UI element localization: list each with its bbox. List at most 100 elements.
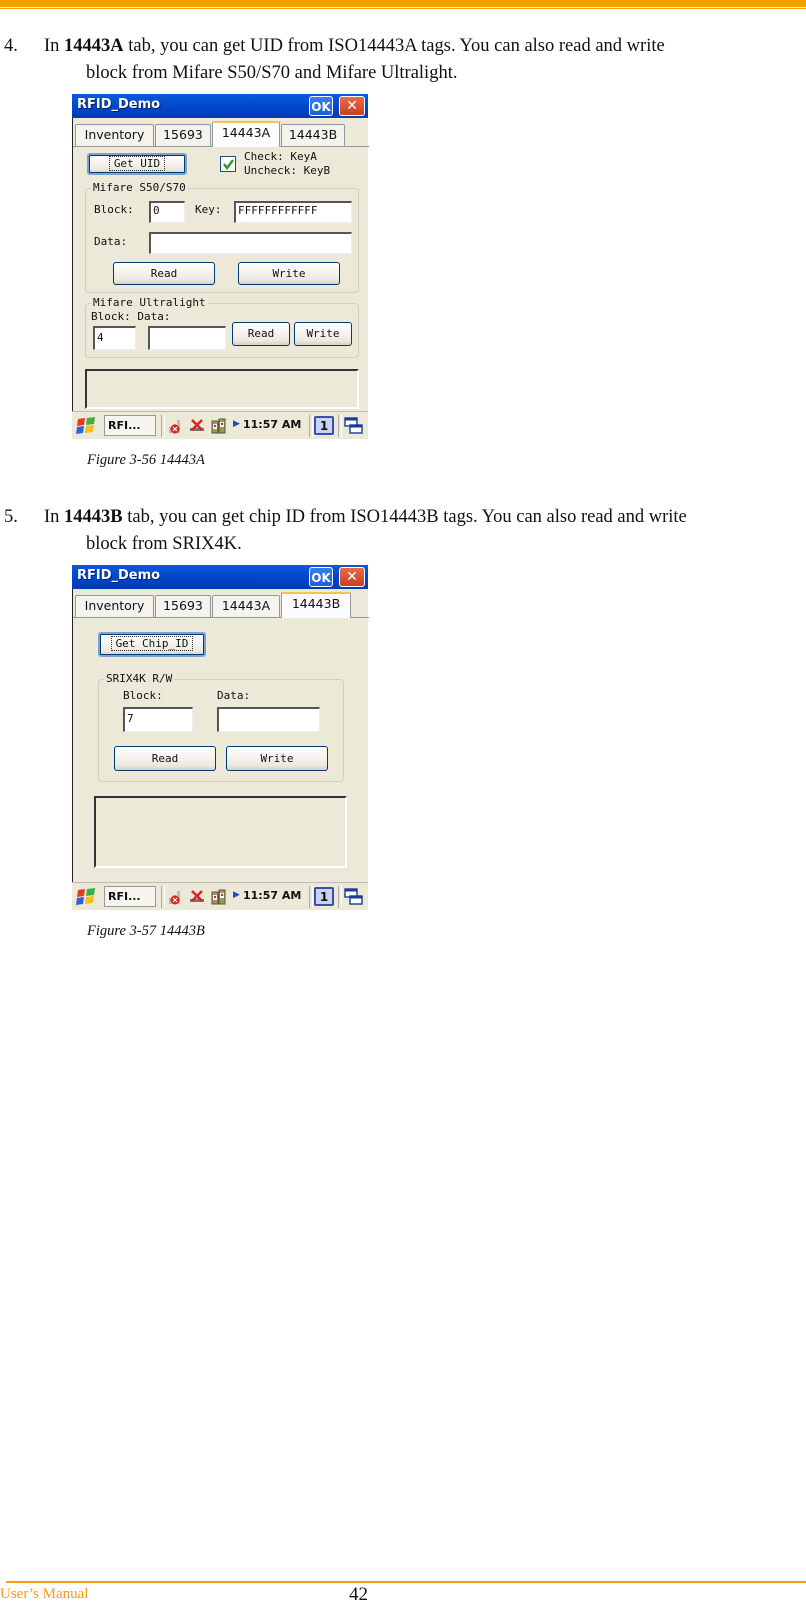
mifare-s50-s70-group: Mifare S50/S70 Block: 0 Key: FFFFFFFFFFF… [85,181,359,293]
signal-off-icon[interactable] [167,888,183,905]
desktop-number-button[interactable]: 1 [314,416,334,435]
taskbar-separator [161,886,165,908]
close-button[interactable]: ✕ [339,96,365,116]
window-body: Inventory 15693 14443A 14443B Get UID Ch… [72,118,369,411]
tray-expand-icon[interactable]: ▶ [233,419,240,429]
rfid-demo-window-14443a: RFID_Demo OK ✕ Inventory 15693 14443A 14… [72,94,369,439]
check-keya-label: Check: KeyA [244,150,317,163]
battery-icon[interactable] [211,417,227,434]
network-off-icon[interactable] [189,888,205,905]
read-button[interactable]: Read [113,262,215,285]
taskbar-separator [338,886,342,908]
tab-14443a[interactable]: 14443A [212,595,280,617]
data-input[interactable] [149,232,352,254]
block-input[interactable]: 7 [123,707,193,732]
footer-rule [6,1581,806,1583]
window-switch-icon[interactable] [344,417,364,435]
step-text-intro: In [44,507,65,527]
taskbar-separator [338,415,342,437]
close-button[interactable]: ✕ [339,567,365,587]
ok-button[interactable]: OK [309,96,333,116]
srix4k-group: SRIX4K R/W Block: 7 Data: Read Write [98,672,344,782]
desktop-number-button[interactable]: 1 [314,887,334,906]
rfid-demo-window-14443b: RFID_Demo OK ✕ Inventory 15693 14443A 14… [72,565,369,910]
data-label: Data: [217,689,251,702]
signal-off-icon[interactable] [167,417,183,434]
tab-strip: Inventory 15693 14443A 14443B [73,118,369,147]
tab-15693[interactable]: 15693 [155,124,211,146]
step-text: tab, you can get UID from ISO14443A tags… [123,36,665,56]
output-box[interactable] [94,796,347,868]
taskbar-separator [161,415,165,437]
header-rule [0,8,806,9]
tab-strip: Inventory 15693 14443A 14443B [73,589,369,618]
group-title: Mifare S50/S70 [91,181,188,194]
tab-page-14443b: Get Chip_ID SRIX4K R/W Block: 7 Data: Re… [73,617,369,882]
ultralight-write-button[interactable]: Write [294,322,352,346]
ultralight-block-data-label: Block: Data: [91,310,171,323]
block-label: Block: [94,203,134,216]
window-body: Inventory 15693 14443A 14443B Get Chip_I… [72,589,369,882]
taskbar-app-button[interactable]: RFI... [104,415,156,436]
write-button[interactable]: Write [226,746,328,771]
start-flag-icon[interactable] [75,416,97,436]
tab-inventory[interactable]: Inventory [75,595,154,617]
network-off-icon[interactable] [189,417,205,434]
taskbar-separator [309,886,313,908]
window-title: RFID_Demo [77,97,161,112]
get-chip-id-button[interactable]: Get Chip_ID [98,632,206,657]
step-text: tab, you can get chip ID from ISO14443B … [122,507,687,527]
data-input[interactable] [217,707,320,732]
title-bar: RFID_Demo OK ✕ [72,94,368,118]
write-button[interactable]: Write [238,262,340,285]
battery-icon[interactable] [211,888,227,905]
step-number: 4. [4,36,18,56]
page-number: 42 [349,1584,368,1605]
start-flag-icon[interactable] [75,887,97,907]
window-title: RFID_Demo [77,568,161,583]
tray-expand-icon[interactable]: ▶ [233,890,240,900]
taskbar-app-button[interactable]: RFI... [104,886,156,907]
tab-14443b[interactable]: 14443B [281,124,345,146]
window-switch-icon[interactable] [344,888,364,906]
tab-page-14443a: Get UID Check: KeyA Uncheck: KeyB Mifare… [73,146,369,411]
key-input[interactable]: FFFFFFFFFFFF [234,201,352,223]
clock[interactable]: 11:57 AM [243,889,301,902]
step-number: 5. [4,507,18,527]
check-icon [223,159,234,170]
get-uid-button[interactable]: Get UID [87,153,187,175]
clock[interactable]: 11:57 AM [243,418,301,431]
step-text-line2: block from SRIX4K. [86,534,242,554]
taskbar: RFI... ▶ 11:57 AM 1 [72,411,368,439]
key-checkbox[interactable] [220,156,236,172]
step-text-line2: block from Mifare S50/S70 and Mifare Ult… [86,63,458,83]
ultralight-read-button[interactable]: Read [232,322,290,346]
output-box[interactable] [85,369,359,409]
group-title: Mifare Ultralight [91,296,208,309]
ultralight-block-input[interactable]: 4 [93,326,136,350]
footer-manual-label: User’s Manual [0,1586,89,1602]
tab-15693[interactable]: 15693 [155,595,211,617]
data-label: Data: [94,235,128,248]
tab-14443b[interactable]: 14443B [281,592,351,618]
taskbar-separator [309,415,313,437]
title-bar: RFID_Demo OK ✕ [72,565,368,589]
figure-caption: Figure 3-57 14443B [87,923,205,939]
tab-14443a[interactable]: 14443A [212,121,280,147]
step-text-intro: In [44,36,65,56]
taskbar: RFI... ▶ 11:57 AM 1 [72,882,368,910]
step-tab-name: 14443B [64,507,123,527]
tab-inventory[interactable]: Inventory [75,124,154,146]
ok-button[interactable]: OK [309,567,333,587]
mifare-ultralight-group: Mifare Ultralight Block: Data: 4 Read Wr… [85,296,359,358]
header-accent-bar [0,0,806,7]
read-button[interactable]: Read [114,746,216,771]
key-label: Key: [195,203,222,216]
block-input[interactable]: 0 [149,201,185,223]
step-tab-name: 14443A [64,36,124,56]
figure-caption: Figure 3-56 14443A [87,452,205,468]
block-label: Block: [123,689,163,702]
ultralight-data-input[interactable] [148,326,226,350]
group-title: SRIX4K R/W [104,672,175,685]
uncheck-keyb-label: Uncheck: KeyB [244,164,331,177]
